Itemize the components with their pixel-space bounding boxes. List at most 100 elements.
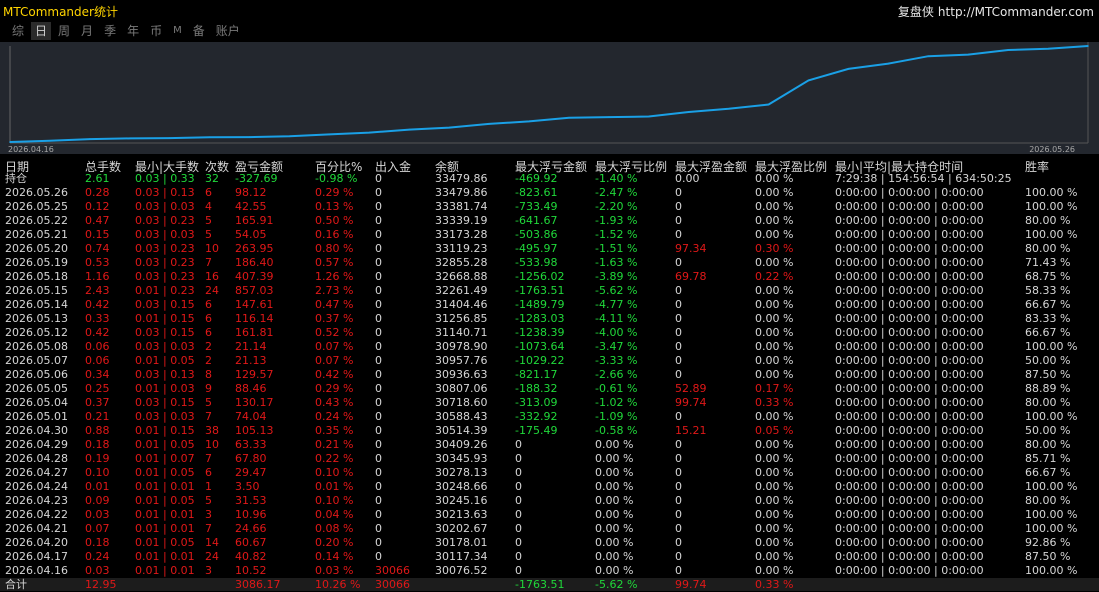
site-link[interactable]: 复盘侠 http://MTCommander.com	[898, 3, 1094, 20]
cell-maxgain: 0	[675, 228, 682, 241]
cell-pnl: 98.12	[235, 186, 267, 199]
cell-pct: 0.29 %	[315, 382, 354, 395]
tab-7[interactable]: M	[169, 22, 186, 40]
table-row[interactable]: 2026.05.05 0.25 0.01 | 0.03 9 88.46 0.29 % 0 30…	[0, 382, 1099, 396]
table-row[interactable]: 2026.05.12 0.42 0.03 | 0.15 6 161.81 0.52 % 0 3…	[0, 326, 1099, 340]
cell-hold: 0:00:00 | 0:00:00 | 0:00:00	[835, 424, 984, 437]
cell-maxgain: 0	[675, 312, 682, 325]
table-row[interactable]: 2026.05.01 0.21 0.03 | 0.03 7 74.04 0.24 % 0 30…	[0, 410, 1099, 424]
cell-hold: 0:00:00 | 0:00:00 | 0:00:00	[835, 200, 984, 213]
cell-count: 9	[205, 382, 212, 395]
cell-flow: 0	[375, 214, 382, 227]
cell-win: 68.75 %	[1025, 270, 1071, 283]
cell-lots: 0.24	[85, 550, 110, 563]
table-row[interactable]: 2026.05.21 0.15 0.03 | 0.03 5 54.05 0.16 % 0 33…	[0, 228, 1099, 242]
equity-point-8	[328, 133, 331, 136]
table-row[interactable]: 2026.05.04 0.37 0.03 | 0.15 5 130.17 0.43 % 0 3…	[0, 396, 1099, 410]
cell-maxgain: 0	[675, 522, 682, 535]
site-url[interactable]: http://MTCommander.com	[938, 5, 1094, 19]
cell-date: 2026.05.22	[5, 214, 68, 227]
cell-maxgain_pct: 0.00 %	[755, 438, 794, 451]
table-row[interactable]: 2026.05.14 0.42 0.03 | 0.15 6 147.61 0.47 % 0 3…	[0, 298, 1099, 312]
tab-9[interactable]: 账户	[212, 22, 244, 40]
cell-pct: 0.24 %	[315, 410, 354, 423]
table-row[interactable]: 2026.04.30 0.88 0.01 | 0.15 38 105.13 0.35 % 0…	[0, 424, 1099, 438]
cell-maxloss: 0	[515, 452, 522, 465]
cell-win: 80.00 %	[1025, 438, 1071, 451]
cell-pnl: 857.03	[235, 284, 274, 297]
cell-balance: 33339.19	[435, 214, 488, 227]
table-row[interactable]: 2026.04.20 0.18 0.01 | 0.05 14 60.67 0.20 % 0 3…	[0, 536, 1099, 550]
cell-minmax: 0.01 | 0.01	[135, 480, 195, 493]
table-row[interactable]: 2026.04.28 0.19 0.01 | 0.07 7 67.80 0.22 % 0 30…	[0, 452, 1099, 466]
cell-count: 24	[205, 550, 219, 563]
table-row[interactable]: 2026.04.22 0.03 0.01 | 0.01 3 10.96 0.04 % 0 30…	[0, 508, 1099, 522]
cell-pct: 0.80 %	[315, 242, 354, 255]
cell-maxgain_pct: 0.00 %	[755, 284, 794, 297]
cell-maxgain_pct: 0.00 %	[755, 550, 794, 563]
table-row[interactable]: 2026.05.06 0.34 0.03 | 0.13 8 129.57 0.42 % 0 3…	[0, 368, 1099, 382]
cell-maxloss_pct: -1.40 %	[595, 172, 638, 185]
cell-win: 66.67 %	[1025, 298, 1071, 311]
table-row[interactable]: 2026.04.23 0.09 0.01 | 0.05 5 31.53 0.10 % 0 30…	[0, 494, 1099, 508]
cell-pct: 0.03 %	[315, 564, 354, 577]
table-row[interactable]: 2026.05.18 1.16 0.03 | 0.23 16 407.39 1.26 % 0…	[0, 270, 1099, 284]
tab-4[interactable]: 季	[100, 22, 120, 40]
cell-pct: 2.73 %	[315, 284, 354, 297]
cell-win: 66.67 %	[1025, 466, 1071, 479]
holding-row[interactable]: 持仓 2.61 0.03 | 0.33 32 -327.69 -0.98 % 0 33479.…	[0, 172, 1099, 186]
equity-point-5	[208, 136, 211, 138]
tab-3[interactable]: 月	[77, 22, 97, 40]
cell-hold: 0:00:00 | 0:00:00 | 0:00:00	[835, 494, 984, 507]
table-row[interactable]: 2026.04.24 0.01 0.01 | 0.01 1 3.50 0.01 % 0 302…	[0, 480, 1099, 494]
equity-point-25	[1007, 49, 1009, 51]
cell-maxgain_pct: 0.00 %	[755, 312, 794, 325]
table-row[interactable]: 2026.05.20 0.74 0.03 | 0.23 10 263.95 0.80 % 0…	[0, 242, 1099, 256]
table-row[interactable]: 2026.05.22 0.47 0.03 | 0.23 5 165.91 0.50 % 0 3…	[0, 214, 1099, 228]
cell-pct: 0.22 %	[315, 452, 354, 465]
equity-point-15	[608, 116, 610, 118]
table-row[interactable]: 2026.04.29 0.18 0.01 | 0.05 10 63.33 0.21 % 0 3…	[0, 438, 1099, 452]
table-row[interactable]: 2026.05.15 2.43 0.01 | 0.23 24 857.03 2.73 % 0…	[0, 284, 1099, 298]
cell-maxgain: 0	[675, 354, 682, 367]
table-row[interactable]: 2026.04.16 0.03 0.01 | 0.01 3 10.52 0.03 % 300…	[0, 564, 1099, 578]
cell-lots: 0.06	[85, 354, 110, 367]
cell-flow: 0	[375, 536, 382, 549]
app-title: MTCommander统计	[3, 5, 118, 19]
cell-count: 7	[205, 522, 212, 535]
cell-pnl: 42.55	[235, 200, 267, 213]
cell-balance: 33173.28	[435, 228, 488, 241]
cell-maxgain_pct: 0.00 %	[755, 466, 794, 479]
cell-minmax: 0.01 | 0.01	[135, 522, 195, 535]
cell-minmax: 0.01 | 0.01	[135, 564, 195, 577]
cell-count: 4	[205, 200, 212, 213]
cell-date: 2026.04.30	[5, 424, 68, 437]
table-row[interactable]: 2026.05.26 0.28 0.03 | 0.13 6 98.12 0.29 % 0 33…	[0, 186, 1099, 200]
cell-minmax: 0.01 | 0.05	[135, 354, 195, 367]
table-row[interactable]: 2026.04.27 0.10 0.01 | 0.05 6 29.47 0.10 % 0 30…	[0, 466, 1099, 480]
cell-minmax: 0.03 | 0.03	[135, 200, 195, 213]
cell-win: 100.00 %	[1025, 480, 1078, 493]
table-row[interactable]: 2026.05.08 0.06 0.03 | 0.03 2 21.14 0.07 % 0 30…	[0, 340, 1099, 354]
table-row[interactable]: 2026.04.17 0.24 0.01 | 0.01 24 40.82 0.14 % 0 3…	[0, 550, 1099, 564]
cell-maxgain: 0	[675, 564, 682, 577]
cell-balance: 33119.23	[435, 242, 488, 255]
cell-flow: 0	[375, 410, 382, 423]
tab-5[interactable]: 年	[123, 22, 143, 40]
cell-hold: 0:00:00 | 0:00:00 | 0:00:00	[835, 564, 984, 577]
table-row[interactable]: 2026.05.13 0.33 0.01 | 0.15 6 116.14 0.37 % 0 3…	[0, 312, 1099, 326]
tab-2[interactable]: 周	[54, 22, 74, 40]
tab-6[interactable]: 币	[146, 22, 166, 40]
table-row[interactable]: 2026.05.25 0.12 0.03 | 0.03 4 42.55 0.13 % 0 33…	[0, 200, 1099, 214]
tab-1[interactable]: 日	[31, 22, 52, 40]
cell-maxgain: 0	[675, 186, 682, 199]
cell-balance: 33381.74	[435, 200, 488, 213]
cell-maxloss_pct: -3.47 %	[595, 340, 638, 353]
cell-balance: 30117.34	[435, 550, 488, 563]
cell-maxloss_pct: -3.33 %	[595, 354, 638, 367]
table-row[interactable]: 2026.05.19 0.53 0.03 | 0.23 7 186.40 0.57 % 0 3…	[0, 256, 1099, 270]
table-row[interactable]: 2026.05.07 0.06 0.01 | 0.05 2 21.13 0.07 % 0 30…	[0, 354, 1099, 368]
tab-8[interactable]: 备	[189, 22, 209, 40]
tab-0[interactable]: 综	[8, 22, 28, 40]
table-row[interactable]: 2026.04.21 0.07 0.01 | 0.01 7 24.66 0.08 % 0 30…	[0, 522, 1099, 536]
